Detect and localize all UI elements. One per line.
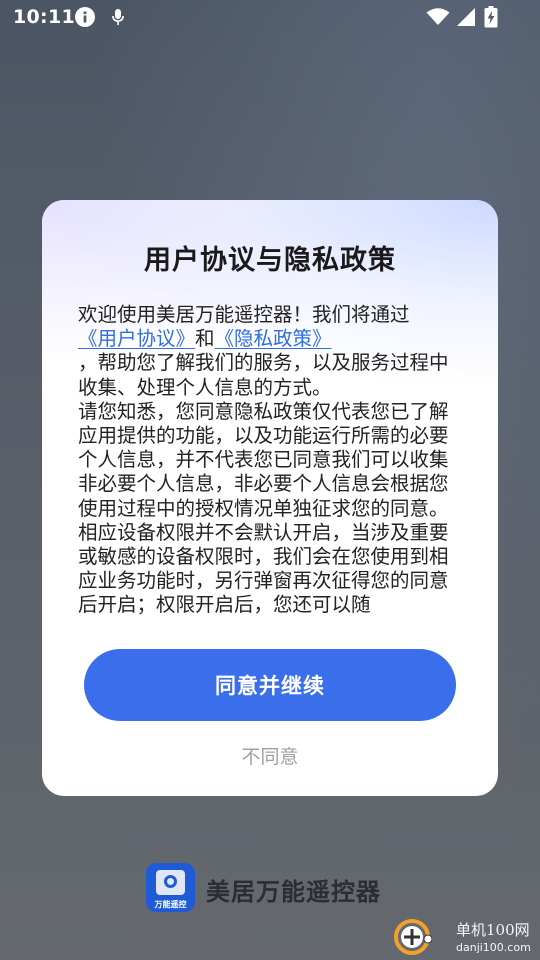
watermark-url: danji100.com (456, 941, 531, 954)
status-bar: 10:11 (0, 0, 540, 36)
microphone-icon (112, 9, 124, 25)
conjunction-text: 和 (195, 327, 215, 351)
watermark: 单机100网 danji100.com (390, 915, 540, 960)
privacy-dialog: 用户协议与隐私政策 欢迎使用美居万能遥控器！我们将通过 《用户协议》和《隐私政策》… (42, 200, 498, 796)
intro-paragraph: 欢迎使用美居万能遥控器！我们将通过 《用户协议》和《隐私政策》 ，帮助您了解我们的服… (78, 303, 462, 400)
info-icon (75, 7, 95, 27)
agree-and-continue-button[interactable]: 同意并继续 (84, 649, 456, 721)
wifi-icon (426, 8, 450, 25)
notice-paragraph: 请您知悉，您同意隐私政策仅代表您已了解应用提供的功能，以及功能运行所需的必要个人… (78, 399, 449, 520)
intro-prefix: 欢迎使用美居万能遥控器！我们将通过 (78, 303, 410, 326)
app-name: 美居万能遥控器 (206, 878, 381, 906)
remote-icon (156, 870, 185, 895)
permission-paragraph: 相应设备权限并不会默认开启，当涉及重要或敏感的设备权限时，我们会在您使用到相应业… (78, 520, 449, 617)
app-logo: 万能遥控 (146, 863, 195, 912)
dialog-body[interactable]: 欢迎使用美居万能遥控器！我们将通过 《用户协议》和《隐私政策》 ，帮助您了解我们的服… (78, 303, 462, 626)
watermark-title: 单机100网 (456, 921, 530, 939)
battery-charging-icon (484, 6, 498, 28)
intro-suffix: ，帮助您了解我们的服务，以及服务过程中收集、处理个人信息的方式。 (78, 351, 449, 399)
watermark-plus-icon (394, 919, 432, 955)
status-time: 10:11 (13, 6, 75, 28)
app-logo-text: 万能遥控 (154, 900, 187, 909)
dialog-title: 用户协议与隐私政策 (144, 245, 396, 276)
privacy-policy-link[interactable]: 《隐私政策》 (215, 327, 332, 350)
disagree-button[interactable]: 不同意 (170, 740, 370, 770)
signal-icon (457, 8, 475, 26)
user-agreement-link[interactable]: 《用户协议》 (78, 327, 195, 350)
